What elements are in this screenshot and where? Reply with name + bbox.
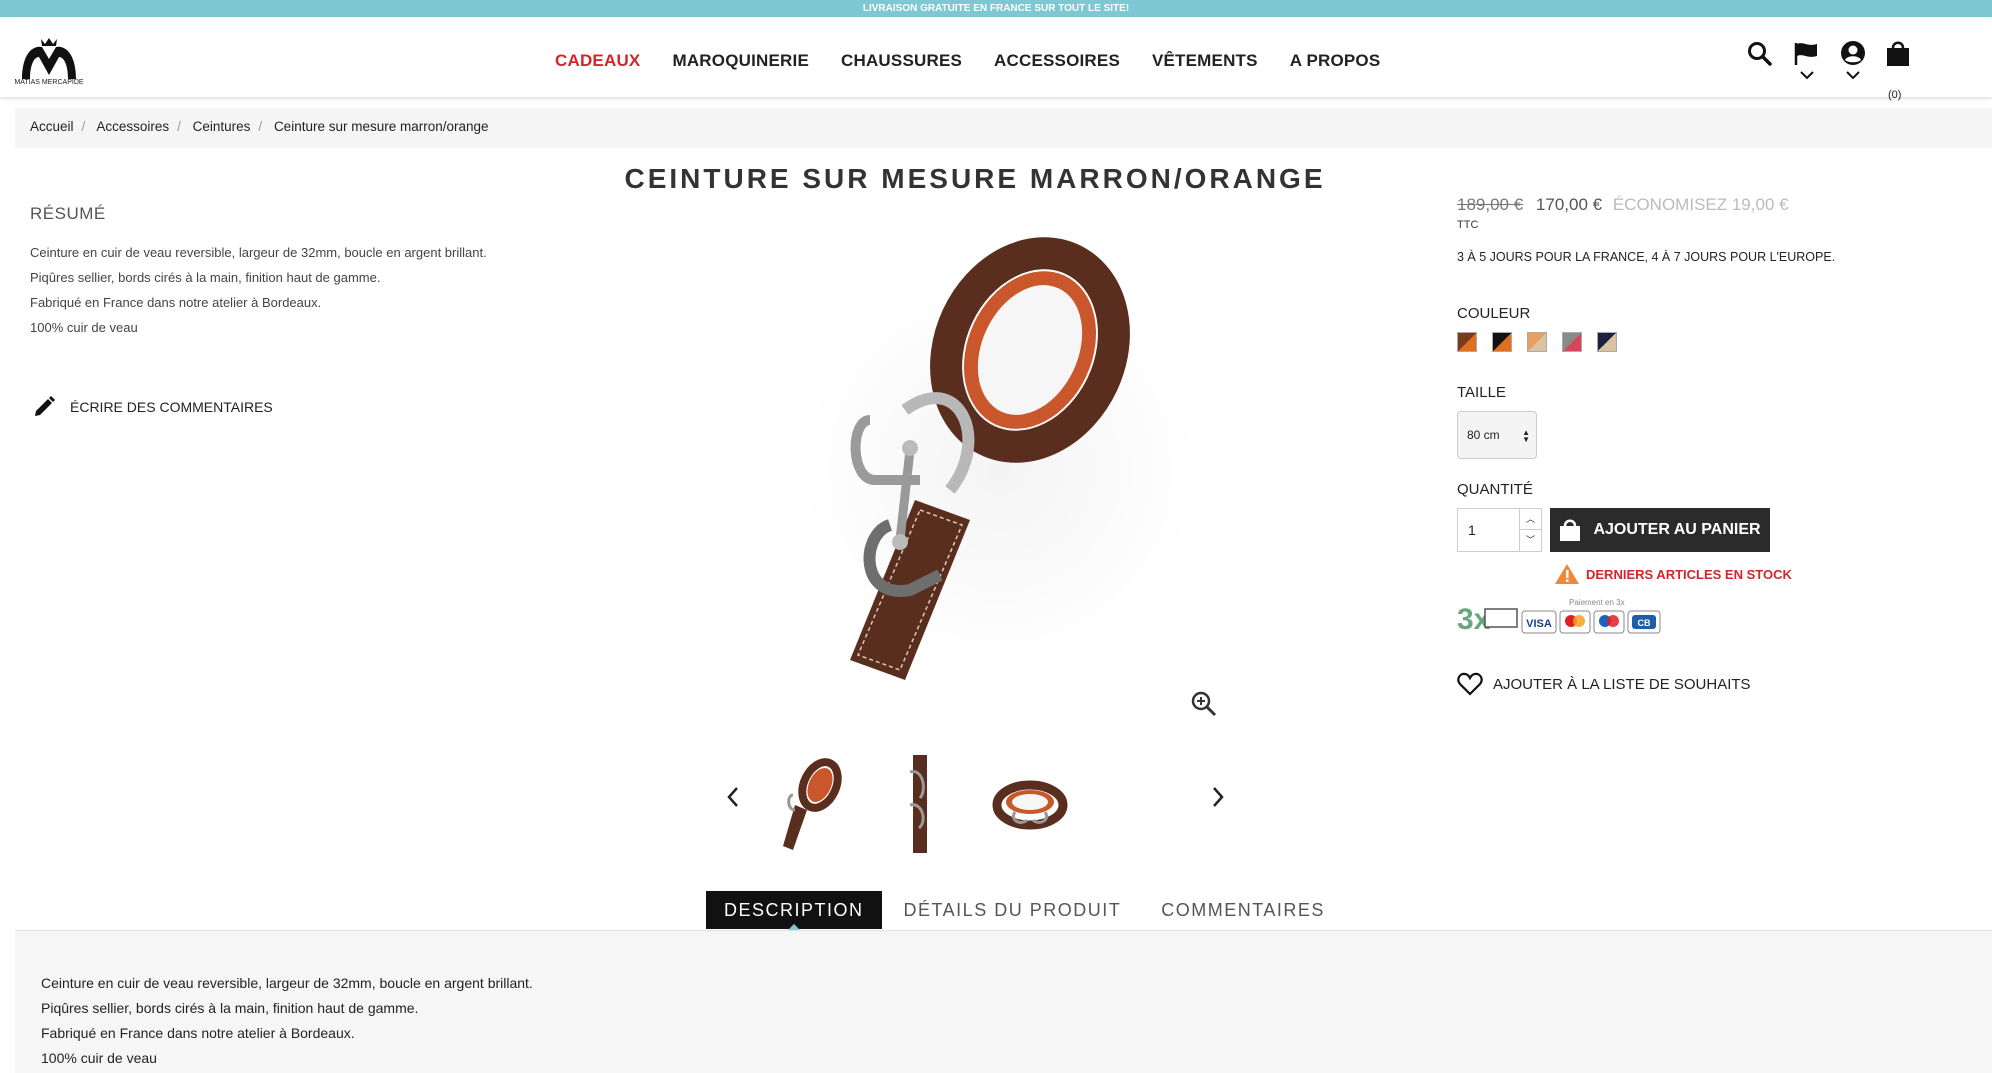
pencil-icon (35, 396, 55, 416)
tab-description[interactable]: DESCRIPTION (706, 891, 882, 930)
breadcrumb-item-current: Ceinture sur mesure marron/orange (273, 119, 489, 134)
size-select[interactable]: 80 cm ▲ ▼ (1457, 411, 1537, 459)
color-swatch-1[interactable] (1457, 332, 1477, 352)
nav-item-vetements[interactable]: VÊTEMENTS (1152, 51, 1258, 71)
product-main-image[interactable] (700, 220, 1260, 720)
color-swatch-3[interactable] (1527, 332, 1547, 352)
visa-label: VISA (1526, 618, 1552, 630)
cart-count[interactable]: (0) (1888, 89, 1901, 101)
quantity-stepper[interactable]: 1 ︿ ﹀ (1457, 508, 1542, 552)
thumbnail-2[interactable] (875, 750, 965, 860)
nav-item-a-propos[interactable]: A PROPOS (1290, 51, 1381, 71)
nav-item-chaussures[interactable]: CHAUSSURES (841, 51, 962, 71)
summary-heading: RÉSUMÉ (30, 204, 106, 223)
promo-text: LIVRAISON GRATUITE EN FRANCE SUR TOUT LE… (862, 3, 1130, 14)
savings-label: ÉCONOMISEZ 19,00 € (1612, 195, 1789, 214)
search-icon[interactable] (1747, 41, 1773, 67)
write-comment-label: ÉCRIRE DES COMMENTAIRES (70, 399, 273, 415)
breadcrumb: Accueil / Accessoires / Ceintures / Ceintur… (30, 119, 489, 134)
account-icon[interactable] (1839, 40, 1867, 83)
purchase-panel: 189,00 € 170,00 € ÉCONOMISEZ 19,00 € TTC… (1457, 195, 1957, 696)
payment-caption: Paiement en 3x (1569, 598, 1625, 607)
add-to-cart-button[interactable]: AJOUTER AU PANIER (1550, 508, 1770, 552)
quantity-increment-button[interactable]: ︿ (1520, 509, 1541, 530)
size-label: TAILLE (1457, 384, 1506, 401)
product-summary: RÉSUMÉ Ceinture en cuir de veau reversib… (30, 204, 550, 340)
tab-product-details[interactable]: DÉTAILS DU PRODUIT (886, 891, 1140, 929)
tax-label: TTC (1457, 219, 1479, 231)
breadcrumb-item-home[interactable]: Accueil (30, 119, 74, 134)
nav-item-accessoires[interactable]: ACCESSOIRES (994, 51, 1120, 71)
product-title: CEINTURE SUR MESURE MARRON/ORANGE (624, 163, 1326, 194)
stock-warning: DERNIERS ARTICLES EN STOCK (1554, 563, 1792, 585)
breadcrumb-item-accessoires[interactable]: Accessoires (96, 119, 169, 134)
nav-item-cadeaux[interactable]: CADEAUX (555, 51, 640, 71)
shopping-bag-icon (1560, 519, 1581, 541)
product-tabs: DESCRIPTION DÉTAILS DU PRODUIT COMMENTAI… (706, 891, 1347, 930)
zoom-icon[interactable] (1190, 690, 1218, 718)
description-line: 100% cuir de veau (41, 1050, 157, 1066)
color-swatch-4[interactable] (1562, 332, 1582, 352)
color-swatches (1457, 332, 1617, 352)
summary-line: 100% cuir de veau (30, 320, 138, 335)
payment-badge: 3x Paiement en 3x VISA CB (1457, 597, 1667, 642)
heart-icon (1457, 672, 1483, 696)
thumbnail-3[interactable] (985, 750, 1075, 860)
quantity-decrement-button[interactable]: ﹀ (1520, 530, 1541, 551)
carousel-next-button[interactable] (1210, 785, 1226, 816)
summary-line: Fabriqué en France dans notre atelier à … (30, 295, 322, 310)
description-line: Ceinture en cuir de veau reversible, lar… (41, 975, 533, 991)
summary-line: Piqûres sellier, bords cirés à la main, … (30, 270, 381, 285)
thumbnail-1[interactable] (765, 750, 855, 860)
warning-icon (1555, 564, 1579, 584)
chevron-right-icon (1213, 787, 1224, 807)
color-swatch-5[interactable] (1597, 332, 1617, 352)
flag-icon[interactable] (1793, 41, 1821, 83)
quantity-input[interactable]: 1 (1468, 522, 1476, 538)
write-comment-link[interactable]: ÉCRIRE DES COMMENTAIRES (32, 395, 273, 419)
main-nav: CADEAUX MAROQUINERIE CHAUSSURES ACCESSOI… (555, 51, 1412, 71)
select-caret-icon: ▲ ▼ (1522, 428, 1530, 444)
stock-warning-text: DERNIERS ARTICLES EN STOCK (1586, 566, 1792, 582)
nav-item-maroquinerie[interactable]: MAROQUINERIE (672, 51, 809, 71)
chevron-down-icon (1800, 71, 1814, 80)
breadcrumb-item-ceintures[interactable]: Ceintures (193, 119, 251, 134)
description-panel: Ceinture en cuir de veau reversible, lar… (15, 930, 1992, 1073)
current-price: 170,00 € (1535, 195, 1603, 214)
tab-comments[interactable]: COMMENTAIRES (1143, 891, 1343, 929)
price-row: 189,00 € 170,00 € ÉCONOMISEZ 19,00 € (1457, 195, 1957, 215)
quantity-spinner: ︿ ﹀ (1519, 509, 1541, 551)
cb-label: CB (1638, 618, 1651, 628)
color-swatch-2[interactable] (1492, 332, 1512, 352)
cart-icon[interactable] (1884, 39, 1912, 69)
payment-methods-image: 3x Paiement en 3x VISA CB (1457, 598, 1661, 636)
description-line: Fabriqué en France dans notre atelier à … (41, 1025, 355, 1041)
quantity-label: QUANTITÉ (1457, 481, 1533, 498)
brand-name: MATIAS MERCAPIDE (14, 79, 84, 86)
size-select-value: 80 cm (1467, 428, 1500, 442)
card-icon (1484, 608, 1518, 628)
old-price: 189,00 € (1457, 195, 1524, 214)
carousel-prev-button[interactable] (725, 785, 741, 816)
site-header: MATIAS MERCAPIDE CADEAUX MAROQUINERIE CH… (0, 17, 1992, 101)
wishlist-button[interactable]: AJOUTER À LA LISTE DE SOUHAITS (1457, 672, 1751, 696)
wishlist-label: AJOUTER À LA LISTE DE SOUHAITS (1493, 675, 1751, 693)
color-label: COULEUR (1457, 305, 1531, 322)
add-to-cart-label: AJOUTER AU PANIER (1593, 521, 1761, 538)
description-line: Piqûres sellier, bords cirés à la main, … (41, 1000, 419, 1016)
thumbnail-carousel (720, 750, 1240, 860)
delivery-info: 3 À 5 JOURS POUR LA FRANCE, 4 À 7 JOURS … (1457, 250, 1836, 264)
chevron-left-icon (727, 787, 738, 807)
summary-line: Ceinture en cuir de veau reversible, lar… (30, 245, 487, 260)
promo-bar: LIVRAISON GRATUITE EN FRANCE SUR TOUT LE… (0, 0, 1992, 17)
